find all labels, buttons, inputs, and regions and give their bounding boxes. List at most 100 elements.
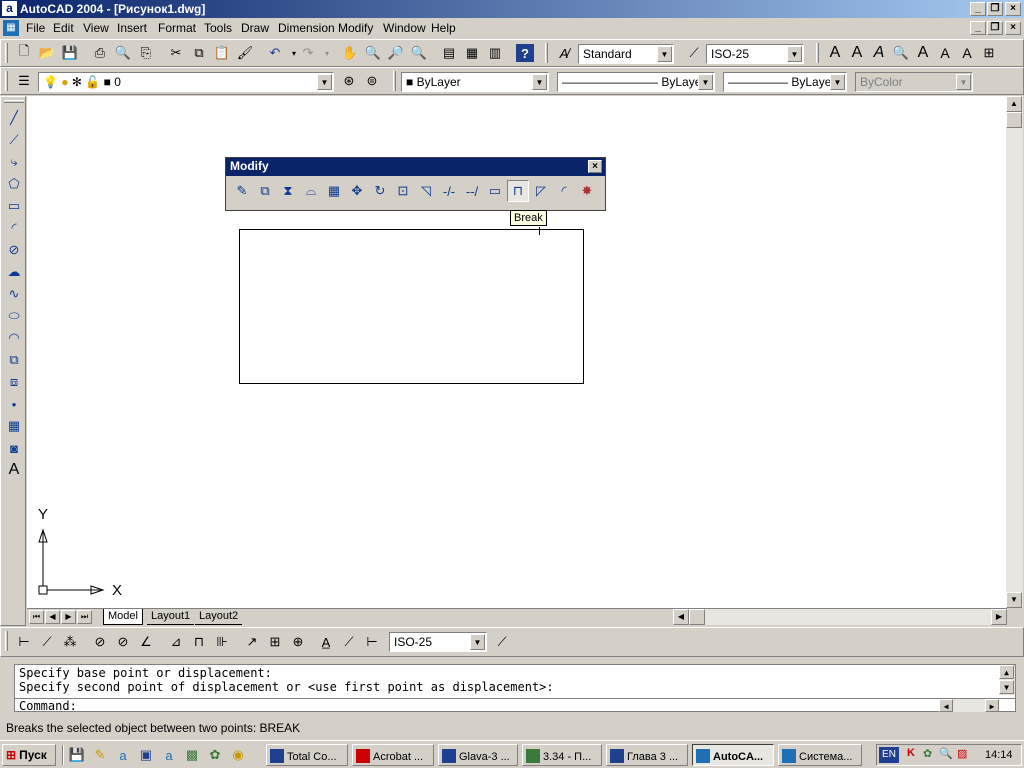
quicklaunch-save-icon[interactable]: 💾: [66, 744, 88, 766]
menu-insert[interactable]: Insert: [117, 21, 147, 35]
polygon-icon[interactable]: ⬠: [3, 173, 25, 195]
hscroll-thumb[interactable]: [689, 609, 705, 625]
scale-icon[interactable]: ⊡: [392, 180, 414, 202]
chevron-down-icon[interactable]: ▼: [787, 46, 802, 62]
scroll-right-icon[interactable]: ▶: [991, 609, 1007, 625]
ellipse-icon[interactable]: ⬭: [3, 305, 25, 327]
plot-icon[interactable]: ⎙: [89, 42, 111, 64]
text-style-dialog-icon[interactable]: A: [934, 42, 956, 64]
menu-file[interactable]: File: [26, 21, 45, 35]
cut-icon[interactable]: ✂: [165, 42, 187, 64]
erase-icon[interactable]: ✎: [231, 180, 253, 202]
fillet-icon[interactable]: ◜: [553, 180, 575, 202]
layer-manager-icon[interactable]: ☰: [13, 70, 35, 92]
quicklaunch-autocad2-icon[interactable]: a: [158, 744, 180, 766]
layer-previous-icon[interactable]: ⊜: [361, 70, 383, 92]
chamfer-icon[interactable]: ◸: [530, 180, 552, 202]
ordinate-dim-icon[interactable]: ⁂: [59, 631, 81, 653]
quick-leader-icon[interactable]: ↗: [241, 631, 263, 653]
task-glava3[interactable]: Glava-3 ...: [438, 744, 518, 766]
scroll-thumb[interactable]: [1006, 112, 1022, 128]
diameter-dim-icon[interactable]: ⊘: [112, 631, 134, 653]
line-icon[interactable]: ╱: [3, 107, 25, 129]
pan-realtime-icon[interactable]: ✋: [339, 42, 361, 64]
tolerance-icon[interactable]: ⊞: [264, 631, 286, 653]
lineweight-select[interactable]: ————— ByLayer ▼: [723, 72, 847, 92]
document-menu-icon[interactable]: ▦: [3, 20, 19, 36]
baseline-dim-icon[interactable]: ⊓: [188, 631, 210, 653]
spell-check-icon[interactable]: A: [912, 42, 934, 64]
chevron-down-icon[interactable]: ▼: [532, 74, 547, 90]
mirror-icon[interactable]: ⧗: [277, 180, 299, 202]
task-autocad[interactable]: AutoCA...: [692, 744, 774, 766]
tray-search-icon[interactable]: 🔍: [939, 747, 953, 760]
publish-icon[interactable]: ⎘: [135, 42, 157, 64]
dim-style-manager-icon[interactable]: ⟋: [491, 631, 513, 653]
break-icon[interactable]: ⊓: [507, 180, 529, 202]
tab-model[interactable]: Model: [103, 609, 143, 625]
scroll-left-icon[interactable]: ◀: [939, 699, 953, 712]
move-icon[interactable]: ✥: [346, 180, 368, 202]
explode-icon[interactable]: ✸: [576, 180, 598, 202]
ellipse-arc-icon[interactable]: ◠: [3, 327, 25, 349]
rectangle-icon[interactable]: ▭: [3, 195, 25, 217]
continue-dim-icon[interactable]: ⊪: [211, 631, 233, 653]
layer-select[interactable]: 💡 ● ✻ 🔓 ■ 0 ▼: [38, 72, 334, 92]
quick-dim-icon[interactable]: ⊿: [165, 631, 187, 653]
drawn-rectangle[interactable]: [239, 229, 584, 384]
copy-icon[interactable]: ⧉: [188, 42, 210, 64]
text-style-select[interactable]: Standard ▼: [578, 44, 674, 64]
make-current-layer-icon[interactable]: ⊛: [338, 70, 360, 92]
radius-dim-icon[interactable]: ⊘: [89, 631, 111, 653]
zoom-previous-icon[interactable]: 🔍: [408, 42, 430, 64]
chevron-down-icon[interactable]: ▼: [698, 74, 713, 90]
command-scrollbar[interactable]: ▲ ▼: [999, 665, 1015, 695]
scroll-right-icon[interactable]: ▶: [985, 699, 999, 712]
first-tab-icon[interactable]: ⏮: [29, 610, 44, 624]
chevron-down-icon[interactable]: ▼: [657, 46, 672, 62]
menu-modify[interactable]: Modify: [338, 21, 373, 35]
dim-text-edit-icon[interactable]: ⟋: [338, 631, 360, 653]
tab-layout1[interactable]: Layout1: [147, 609, 195, 625]
menu-dimension[interactable]: Dimension: [278, 21, 335, 35]
command-input[interactable]: Command: ◀ ▶: [15, 698, 1015, 713]
menu-window[interactable]: Window: [383, 21, 426, 35]
chevron-down-icon[interactable]: ▼: [470, 634, 485, 650]
tab-layout2[interactable]: Layout2: [195, 609, 243, 625]
quicklaunch-tool-icon[interactable]: ✿: [204, 744, 226, 766]
doc-minimize-button[interactable]: _: [970, 21, 986, 35]
spline-icon[interactable]: ∿: [3, 283, 25, 305]
multiline-text-icon[interactable]: A: [3, 459, 25, 481]
make-block-icon[interactable]: ⧈: [3, 371, 25, 393]
plot-preview-icon[interactable]: 🔍: [112, 42, 134, 64]
construction-line-icon[interactable]: ⟋: [3, 129, 25, 151]
zoom-realtime-icon[interactable]: 🔍: [362, 42, 384, 64]
command-hscroll[interactable]: ◀ ▶: [939, 699, 999, 712]
command-window[interactable]: Specify base point or displacement: Spec…: [14, 664, 1016, 713]
insert-block-icon[interactable]: ⧉: [3, 349, 25, 371]
autocad-app-icon[interactable]: a: [2, 1, 17, 16]
scroll-down-icon[interactable]: ▼: [999, 680, 1014, 694]
menu-help[interactable]: Help: [431, 21, 456, 35]
quicklaunch-autocad-icon[interactable]: a: [112, 744, 134, 766]
find-text-icon[interactable]: 🔍: [890, 42, 912, 64]
extend-icon[interactable]: --/: [461, 180, 483, 202]
aligned-dim-icon[interactable]: ⟋: [36, 631, 58, 653]
menu-edit[interactable]: Edit: [53, 21, 74, 35]
dim-style-select-bottom[interactable]: ISO-25 ▼: [389, 632, 487, 652]
task-image[interactable]: 3.34 - П...: [522, 744, 602, 766]
hatch-icon[interactable]: ▦: [3, 415, 25, 437]
dim-style-select[interactable]: ISO-25 ▼: [706, 44, 804, 64]
linetype-select[interactable]: ———————— ByLayer ▼: [557, 72, 715, 92]
array-icon[interactable]: ▦: [323, 180, 345, 202]
tray-app-icon[interactable]: ▨: [957, 747, 967, 760]
close-icon[interactable]: ×: [588, 160, 602, 173]
menu-draw[interactable]: Draw: [241, 21, 269, 35]
scale-text-icon[interactable]: A: [956, 42, 978, 64]
menu-view[interactable]: View: [83, 21, 109, 35]
angular-dim-icon[interactable]: ∠: [135, 631, 157, 653]
help-icon[interactable]: ?: [516, 44, 534, 62]
next-tab-icon[interactable]: ▶: [61, 610, 76, 624]
task-word[interactable]: Глава 3 ...: [606, 744, 688, 766]
task-total-commander[interactable]: Total Co...: [266, 744, 348, 766]
